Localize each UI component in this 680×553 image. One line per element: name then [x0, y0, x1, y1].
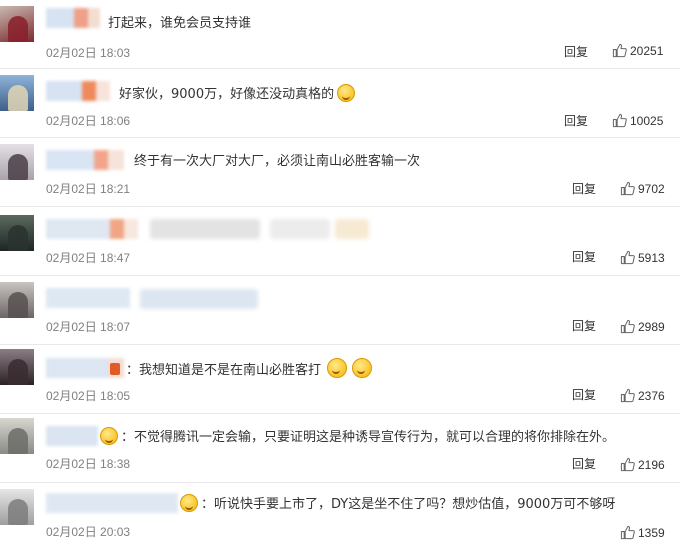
reply-button[interactable]: 回复	[572, 386, 596, 403]
username-blurred[interactable]	[46, 493, 178, 513]
comment-row: 好家伙，9000万，好像还没动真格的 02月02日 18:06 回复 10025	[0, 69, 680, 138]
avatar[interactable]	[0, 282, 34, 318]
username-blurred[interactable]	[46, 288, 130, 308]
comment-text-blurred	[140, 289, 258, 309]
username-blurred[interactable]	[46, 81, 110, 101]
username-blurred[interactable]	[46, 150, 124, 170]
thumbs-up-icon	[620, 388, 635, 403]
reply-button[interactable]: 回复	[572, 317, 596, 334]
smile-emoji-icon	[180, 494, 198, 512]
comment-date: 02月02日 18:21	[46, 182, 131, 196]
comment-date: 02月02日 18:38	[46, 457, 131, 471]
like-count: 20251	[630, 44, 664, 58]
comment-date: 02月02日 18:07	[46, 320, 131, 334]
comment-date: 02月02日 18:03	[46, 46, 131, 60]
thumbs-up-icon	[620, 457, 635, 472]
username-blurred[interactable]	[46, 426, 98, 446]
comment-text-blurred	[335, 219, 369, 239]
like-count: 2989	[638, 320, 665, 334]
comment-date: 02月02日 18:47	[46, 251, 131, 265]
comment-date: 02月02日 18:06	[46, 114, 131, 128]
smile-emoji-icon	[100, 427, 118, 445]
reply-button[interactable]: 回复	[564, 112, 588, 129]
comment-text-content: ：听说快手要上市了，DY这是坐不住了吗？想炒估值，9000万可不够呀	[201, 497, 616, 512]
avatar[interactable]	[0, 489, 34, 525]
avatar[interactable]	[0, 418, 34, 454]
comment-row: ：我想知道是不是在南山必胜客打 02月02日 18:05 回复 2376	[0, 345, 680, 414]
thumbs-up-icon	[612, 43, 627, 58]
comment-date: 02月02日 18:05	[46, 389, 131, 403]
comment-text: ：我想知道是不是在南山必胜客打	[110, 358, 373, 381]
smirk-emoji-icon	[337, 84, 356, 102]
thumbs-up-icon	[620, 319, 635, 334]
like-count: 2196	[638, 458, 665, 472]
reply-button[interactable]: 回复	[572, 248, 596, 265]
grin-emoji-icon	[327, 358, 348, 378]
reply-button[interactable]: 回复	[564, 43, 588, 60]
comment-row: ：不觉得腾讯一定会输，只要证明这是种诱导宣传行为，就可以合理的将你排除在外。 0…	[0, 414, 680, 483]
comment-text-blurred	[270, 219, 330, 239]
comment-text: 好家伙，9000万，好像还没动真格的	[119, 84, 356, 105]
thumbs-up-icon	[620, 525, 635, 540]
comment-row: 02月02日 18:47 回复 5913	[0, 207, 680, 276]
avatar[interactable]	[0, 349, 34, 385]
comment-date: 02月02日 20:03	[46, 525, 131, 539]
reply-button[interactable]: 回复	[572, 455, 596, 472]
comment-text: ：听说快手要上市了，DY这是坐不住了吗？想炒估值，9000万可不够呀	[180, 494, 615, 515]
grin-emoji-icon	[352, 358, 373, 378]
reply-button[interactable]: 回复	[572, 180, 596, 197]
comment-text-content: ：我想知道是不是在南山必胜客打	[126, 363, 322, 378]
comment-text: 终于有一次大厂对大厂，必须让南山必胜客输一次	[134, 154, 421, 169]
thumbs-up-icon	[620, 181, 635, 196]
like-count: 9702	[638, 182, 665, 196]
thumbs-up-icon	[612, 113, 627, 128]
comment-text-content: ：不觉得腾讯一定会输，只要证明这是种诱导宣传行为，就可以合理的将你排除在外。	[121, 430, 616, 445]
avatar[interactable]	[0, 75, 34, 111]
comment-list: 打起来，谁免会员支持谁 02月02日 18:03 回复 20251 好家伙，90…	[0, 0, 680, 553]
avatar[interactable]	[0, 144, 34, 180]
avatar[interactable]	[0, 215, 34, 251]
like-count: 10025	[630, 114, 664, 128]
username-blurred[interactable]	[46, 219, 138, 239]
comment-row: 02月02日 18:07 回复 2989	[0, 276, 680, 345]
like-count: 1359	[638, 526, 665, 540]
avatar[interactable]	[0, 6, 34, 42]
comment-text-content: 好家伙，9000万，好像还没动真格的	[119, 87, 335, 102]
badge-icon	[110, 363, 120, 375]
username-blurred[interactable]	[46, 8, 100, 28]
comment-row: 终于有一次大厂对大厂，必须让南山必胜客输一次 02月02日 18:21 回复 9…	[0, 138, 680, 207]
like-count: 5913	[638, 251, 665, 265]
comment-text: 打起来，谁免会员支持谁	[108, 16, 252, 31]
comment-row: 打起来，谁免会员支持谁 02月02日 18:03 回复 20251	[0, 0, 680, 69]
like-count: 2376	[638, 389, 665, 403]
thumbs-up-icon	[620, 250, 635, 265]
comment-text-blurred	[150, 219, 260, 239]
comment-row: ：听说快手要上市了，DY这是坐不住了吗？想炒估值，9000万可不够呀 02月02…	[0, 483, 680, 553]
comment-text: ：不觉得腾讯一定会输，只要证明这是种诱导宣传行为，就可以合理的将你排除在外。	[100, 427, 615, 448]
